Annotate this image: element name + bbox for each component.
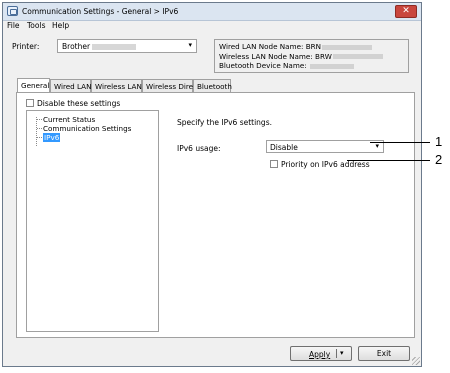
apply-button[interactable]: Apply ▾ — [290, 346, 352, 361]
redacted-value — [322, 44, 373, 50]
redacted-model — [92, 44, 137, 50]
general-tab-panel: Disable these settings Current Status Co… — [16, 92, 415, 338]
chevron-down-icon[interactable]: ▾ — [340, 349, 344, 357]
printer-select[interactable]: Brother ▾ — [57, 39, 197, 53]
settings-tree: Current Status Communication Settings IP… — [26, 110, 159, 332]
resize-grip-icon[interactable] — [412, 357, 420, 365]
menu-file[interactable]: File — [7, 21, 20, 30]
disable-settings-label: Disable these settings — [37, 98, 121, 108]
chevron-down-icon: ▾ — [188, 41, 192, 49]
priority-ipv6-checkbox[interactable] — [270, 160, 278, 168]
tree-item-ipv6[interactable]: IPv6 — [37, 133, 61, 142]
callout-leader-1 — [370, 142, 430, 143]
app-icon — [7, 6, 18, 16]
wired-node-name: Wired LAN Node Name: BRN — [219, 42, 322, 51]
tab-general[interactable]: General — [17, 78, 50, 93]
menu-bar: File Tools Help — [3, 20, 421, 32]
apply-label: Apply — [309, 350, 331, 359]
menu-help[interactable]: Help — [52, 21, 69, 30]
close-button[interactable]: ✕ — [395, 5, 417, 18]
node-info-box: Wired LAN Node Name: BRN Wireless LAN No… — [214, 39, 409, 73]
split-divider — [336, 349, 337, 358]
window-title: Communication Settings - General > IPv6 — [22, 7, 179, 16]
redacted-value — [332, 54, 383, 59]
settings-description: Specify the IPv6 settings. — [177, 118, 272, 127]
bluetooth-device-name: Bluetooth Device Name: — [219, 61, 307, 70]
exit-button[interactable]: Exit — [358, 346, 410, 361]
disable-settings-row[interactable]: Disable these settings — [26, 98, 120, 108]
ipv6-usage-label: IPv6 usage: — [177, 144, 221, 153]
printer-value: Brother — [62, 42, 91, 51]
printer-label: Printer: — [12, 42, 40, 51]
tab-bluetooth[interactable]: Bluetooth — [193, 79, 232, 92]
tab-wired-lan[interactable]: Wired LAN — [50, 79, 91, 92]
close-icon: ✕ — [402, 6, 410, 16]
ipv6-usage-select[interactable]: Disable ▾ — [266, 140, 384, 153]
tab-wireless-lan[interactable]: Wireless LAN — [91, 79, 142, 92]
disable-settings-checkbox[interactable] — [26, 99, 34, 107]
tree-connector — [36, 117, 37, 147]
tree-item-communication-settings[interactable]: Communication Settings — [37, 124, 131, 133]
callout-leader-2 — [347, 160, 430, 161]
tree-item-current-status[interactable]: Current Status — [37, 115, 95, 124]
callout-number-2: 2 — [435, 152, 443, 167]
ipv6-usage-value: Disable — [270, 143, 298, 152]
title-bar: Communication Settings - General > IPv6 … — [3, 3, 421, 21]
callout-number-1: 1 — [435, 134, 443, 149]
wireless-node-name: Wireless LAN Node Name: BRW — [219, 51, 332, 61]
dialog-window: Communication Settings - General > IPv6 … — [2, 2, 422, 367]
chevron-down-icon: ▾ — [375, 142, 379, 150]
redacted-value — [309, 63, 354, 69]
menu-tools[interactable]: Tools — [27, 21, 45, 30]
tab-wireless-direct[interactable]: Wireless Direct — [142, 79, 200, 92]
